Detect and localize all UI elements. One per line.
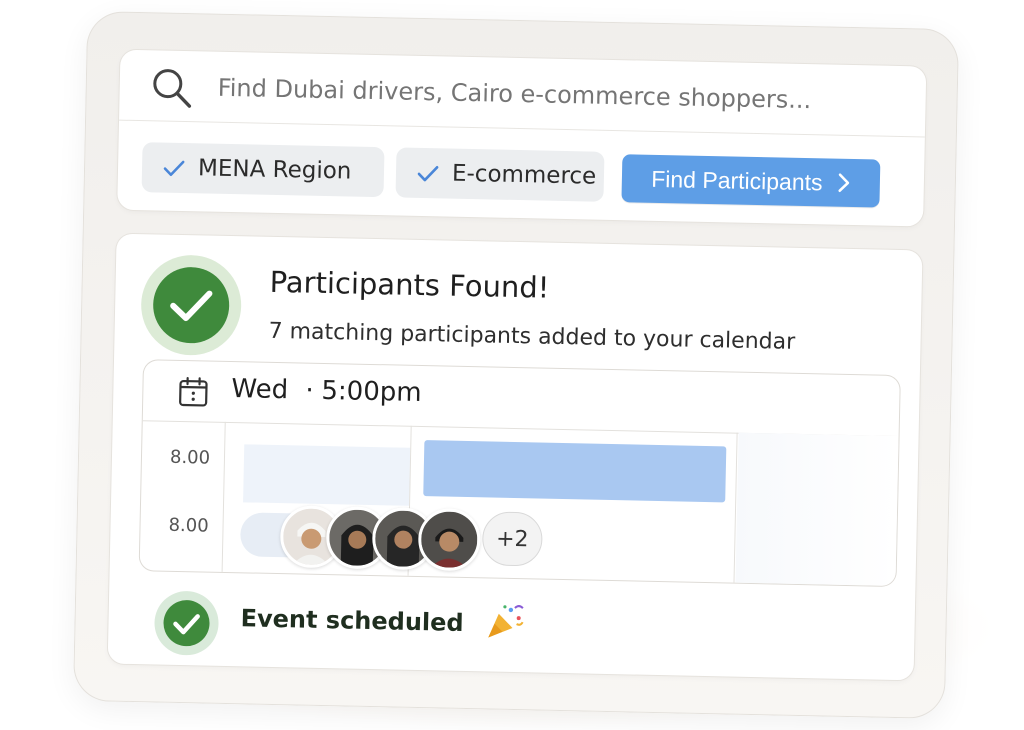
- success-check-icon: [140, 254, 242, 356]
- filter-chip-mena-region[interactable]: MENA Region: [142, 142, 385, 197]
- find-participants-label: Find Participants: [651, 165, 823, 196]
- result-subtitle: 7 matching participants added to your ca…: [268, 319, 795, 355]
- filter-chip-label: E-commerce: [452, 161, 597, 190]
- calendar-day: Wed: [231, 374, 288, 405]
- checkmark-icon: [162, 156, 186, 180]
- calendar-icon: [177, 376, 210, 409]
- time-label: 8.00: [170, 447, 211, 469]
- search-card: MENA Region E-commerce Find Participants: [117, 50, 926, 227]
- success-check-icon: [154, 590, 219, 655]
- filter-chip-label: MENA Region: [198, 155, 352, 184]
- search-input[interactable]: [215, 66, 900, 124]
- avatar: [418, 508, 481, 571]
- calendar-view: Wed · 5:00pm 8.00 8.00: [140, 360, 900, 586]
- search-bar: [119, 50, 926, 138]
- calendar-header: Wed · 5:00pm: [143, 360, 900, 437]
- filter-chip-ecommerce[interactable]: E-commerce: [395, 147, 604, 201]
- event-block[interactable]: [423, 440, 726, 502]
- calendar-time: 5:00pm: [321, 376, 422, 408]
- app-panel: MENA Region E-commerce Find Participants…: [73, 11, 959, 719]
- find-participants-button[interactable]: Find Participants: [621, 154, 880, 207]
- time-column: 8.00 8.00: [140, 420, 226, 572]
- checkmark-icon: [416, 161, 440, 185]
- time-label: 8.00: [168, 515, 209, 537]
- party-popper-icon: [484, 601, 527, 642]
- search-icon: [149, 65, 194, 110]
- calendar-slot[interactable]: [243, 444, 410, 505]
- result-title: Participants Found!: [269, 265, 549, 305]
- more-participants-badge[interactable]: +2: [482, 511, 543, 566]
- participants-result-card: Participants Found! 7 matching participa…: [108, 234, 923, 681]
- calendar-separator: ·: [305, 376, 314, 406]
- calendar-slot: [735, 433, 898, 586]
- chevron-right-icon: [836, 172, 850, 194]
- event-scheduled-label: Event scheduled: [240, 604, 464, 637]
